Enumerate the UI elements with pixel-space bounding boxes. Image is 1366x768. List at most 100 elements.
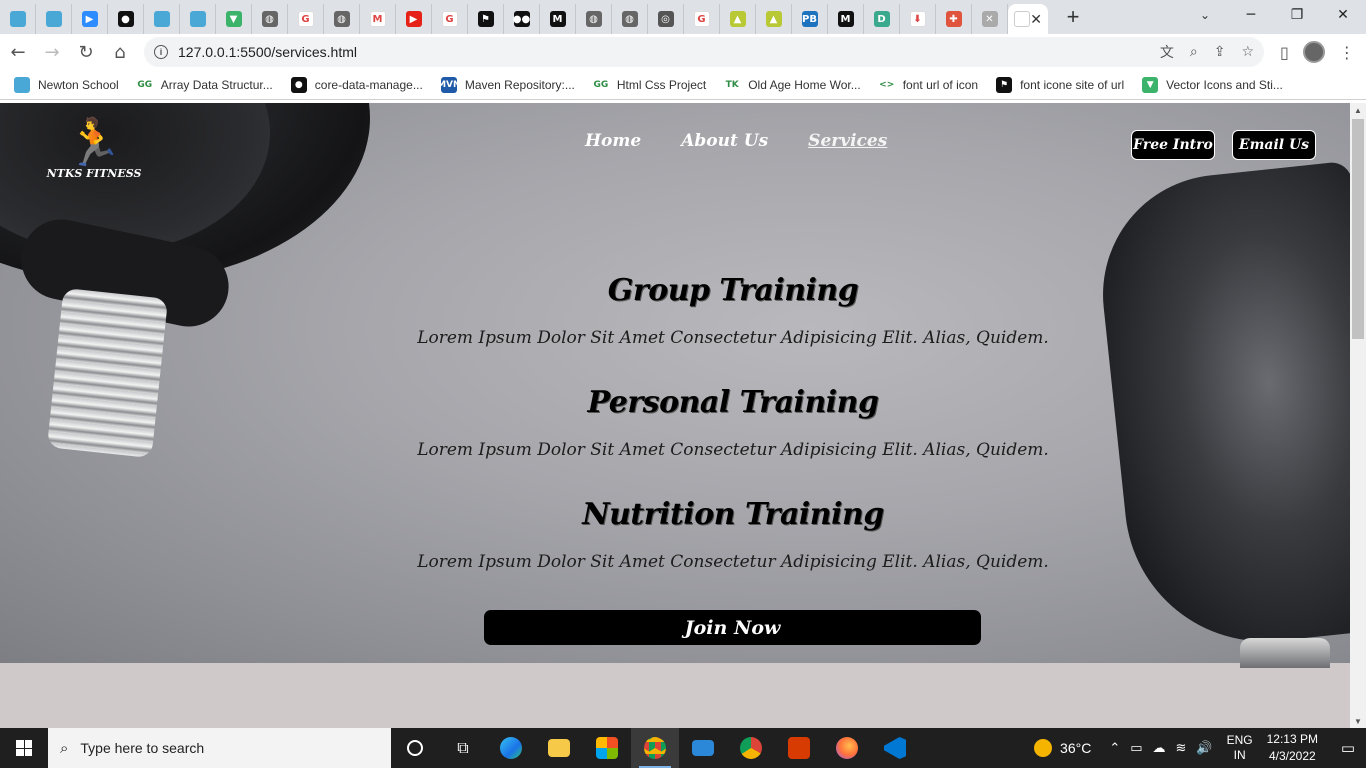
file-explorer-app[interactable] <box>535 728 583 768</box>
browser-tab[interactable]: ◍ <box>612 4 648 34</box>
bookmark-label: font url of icon <box>902 77 979 92</box>
bookmark-item[interactable]: ⚑ font icone site of url <box>996 76 1124 93</box>
browser-tab[interactable]: ◎ <box>648 4 684 34</box>
bookmark-item[interactable]: <> font url of icon <box>878 76 979 93</box>
logo-text: NTKS FITNESS <box>46 167 142 180</box>
vscode-app[interactable] <box>871 728 919 768</box>
url-text[interactable]: 127.0.0.1:5500/services.html <box>178 44 357 60</box>
close-window-button[interactable]: ✕ <box>1320 0 1366 30</box>
browser-tab[interactable]: ▼ <box>216 4 252 34</box>
browser-tab[interactable]: ⬇ <box>900 4 936 34</box>
browser-tab[interactable]: ✕ <box>972 4 1008 34</box>
weather-widget[interactable]: 36°C <box>1034 739 1091 757</box>
browser-tab[interactable]: M <box>540 4 576 34</box>
bookmark-item[interactable]: ● core-data-manage... <box>290 76 423 93</box>
chevron-up-icon[interactable]: ⌃ <box>1109 741 1120 756</box>
scroll-down-icon[interactable]: ▼ <box>1350 714 1366 728</box>
github-icon: ● <box>290 76 307 93</box>
taskbar-search[interactable]: ⌕ Type here to search <box>48 728 391 768</box>
bookmark-item[interactable]: Newton School <box>14 76 119 93</box>
back-button[interactable]: ← <box>2 36 34 68</box>
bookmark-star-icon[interactable]: ☆ <box>1241 44 1254 60</box>
chrome-app[interactable] <box>631 728 679 768</box>
email-us-button[interactable]: Email Us <box>1232 130 1316 160</box>
browser-tab[interactable]: ▲ <box>720 4 756 34</box>
browser-tab[interactable]: ◍ <box>252 4 288 34</box>
newton-school-icon <box>189 11 206 27</box>
puzzle-icon: ✚ <box>945 11 962 27</box>
site-info-icon[interactable]: i <box>154 45 168 59</box>
nav-home[interactable]: Home <box>585 131 641 151</box>
page-scrollbar[interactable]: ▲ ▼ <box>1350 103 1366 728</box>
edge-app[interactable] <box>487 728 535 768</box>
browser-tab[interactable]: G <box>288 4 324 34</box>
scrollbar-thumb[interactable] <box>1352 119 1364 339</box>
browser-tab[interactable]: G <box>684 4 720 34</box>
free-intro-button[interactable]: Free Intro <box>1131 130 1215 160</box>
profile-avatar[interactable] <box>1302 41 1325 63</box>
bookmark-item[interactable]: GG Array Data Structur... <box>136 76 273 93</box>
browser-tab[interactable]: ◍ <box>324 4 360 34</box>
language-indicator[interactable]: ENG IN <box>1227 733 1253 763</box>
browser-tab[interactable]: ●● <box>504 4 540 34</box>
home-button[interactable]: ⌂ <box>104 36 136 68</box>
onedrive-icon[interactable]: ☁ <box>1153 741 1166 756</box>
bookmark-item[interactable]: TK Old Age Home Wor... <box>724 76 861 93</box>
store-app[interactable] <box>583 728 631 768</box>
cortana-button[interactable] <box>391 728 439 768</box>
browser-tab[interactable]: ● <box>108 4 144 34</box>
zoom-icon[interactable]: ⌕ <box>1190 44 1198 60</box>
notification-icon[interactable]: ▭ <box>1330 739 1366 757</box>
nav-about-us[interactable]: About Us <box>681 131 768 151</box>
bookmark-item[interactable]: ▼ Vector Icons and Sti... <box>1142 76 1283 93</box>
browser-tab[interactable] <box>36 4 72 34</box>
start-button[interactable] <box>0 728 48 768</box>
bookmark-item[interactable]: MVN Maven Repository:... <box>437 76 575 93</box>
forward-button[interactable]: → <box>36 36 68 68</box>
minimize-button[interactable]: ─ <box>1228 0 1274 30</box>
browser-tab[interactable] <box>144 4 180 34</box>
task-view-button[interactable]: ⧉ <box>439 728 487 768</box>
maximize-button[interactable]: ❐ <box>1274 0 1320 30</box>
active-tab[interactable]: ✕ <box>1008 4 1048 34</box>
volume-icon[interactable]: 🔊 <box>1196 741 1212 756</box>
chrome-icon <box>644 737 666 759</box>
reload-button[interactable]: ↻ <box>70 36 102 68</box>
browser-tab[interactable]: M <box>360 4 396 34</box>
tab-search-button[interactable]: ⌄ <box>1190 0 1220 30</box>
browser-tab[interactable]: M <box>828 4 864 34</box>
browser-tab[interactable]: ✚ <box>936 4 972 34</box>
menu-icon[interactable]: ⋮ <box>1339 43 1355 62</box>
browser-tab[interactable]: PB <box>792 4 828 34</box>
image-icon: ▲ <box>729 11 746 27</box>
wifi-icon[interactable]: ≋ <box>1176 741 1187 756</box>
join-now-button[interactable]: Join Now <box>484 610 981 645</box>
new-tab-button[interactable]: + <box>1058 2 1088 32</box>
nav-services[interactable]: Services <box>808 131 887 151</box>
side-panel-icon[interactable]: ▯ <box>1280 43 1289 62</box>
firefox-app[interactable] <box>823 728 871 768</box>
browser-tab[interactable] <box>180 4 216 34</box>
bookmark-item[interactable]: GG Html Css Project <box>592 76 706 93</box>
browser-tab[interactable] <box>0 4 36 34</box>
office-app[interactable] <box>775 728 823 768</box>
share-icon[interactable]: ⇪ <box>1214 44 1226 60</box>
browser-tab[interactable]: G <box>432 4 468 34</box>
scroll-up-icon[interactable]: ▲ <box>1350 103 1366 117</box>
chrome-profile-app[interactable] <box>727 728 775 768</box>
newton-school-icon <box>153 11 170 27</box>
clock[interactable]: 12:13 PM 4/3/2022 <box>1267 731 1318 765</box>
close-tab-icon[interactable]: ✕ <box>1030 11 1042 28</box>
translate-icon[interactable]: 文 <box>1160 42 1174 62</box>
mail-app[interactable] <box>679 728 727 768</box>
site-logo[interactable]: 🏃 NTKS FITNESS <box>44 111 144 180</box>
battery-icon[interactable]: ▭ <box>1130 741 1142 756</box>
address-bar[interactable]: i 127.0.0.1:5500/services.html 文 ⌕ ⇪ ☆ <box>144 37 1264 67</box>
hero-background: 🏃 NTKS FITNESS Home About Us Services Fr… <box>0 103 1350 668</box>
browser-tab[interactable]: D <box>864 4 900 34</box>
browser-tab[interactable]: ◍ <box>576 4 612 34</box>
browser-tab[interactable]: ▶ <box>72 4 108 34</box>
browser-tab[interactable]: ⚑ <box>468 4 504 34</box>
browser-tab[interactable]: ▲ <box>756 4 792 34</box>
browser-tab[interactable]: ▶ <box>396 4 432 34</box>
